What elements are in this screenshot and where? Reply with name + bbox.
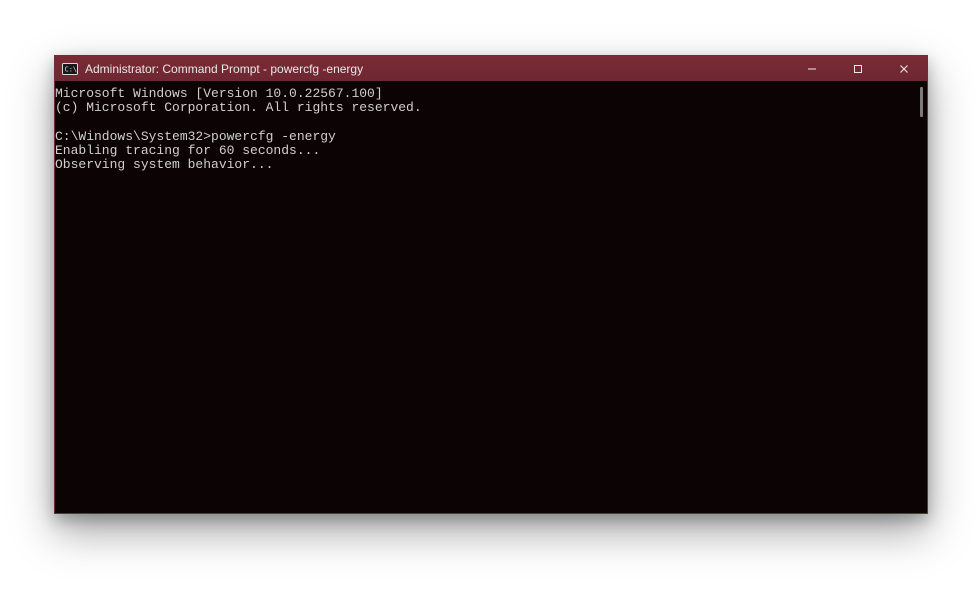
cmd-window: C:\ Administrator: Command Prompt - powe…: [54, 55, 928, 514]
cmd-icon: C:\: [61, 62, 79, 76]
svg-text:C:\: C:\: [65, 65, 78, 73]
terminal-area[interactable]: Microsoft Windows [Version 10.0.22567.10…: [55, 81, 927, 513]
scrollbar-thumb[interactable]: [920, 87, 923, 117]
titlebar[interactable]: C:\ Administrator: Command Prompt - powe…: [55, 56, 927, 81]
maximize-button[interactable]: [835, 56, 881, 81]
window-title: Administrator: Command Prompt - powercfg…: [85, 62, 363, 76]
minimize-button[interactable]: [789, 56, 835, 81]
window-controls: [789, 56, 927, 81]
terminal-output: Microsoft Windows [Version 10.0.22567.10…: [55, 87, 927, 173]
close-button[interactable]: [881, 56, 927, 81]
